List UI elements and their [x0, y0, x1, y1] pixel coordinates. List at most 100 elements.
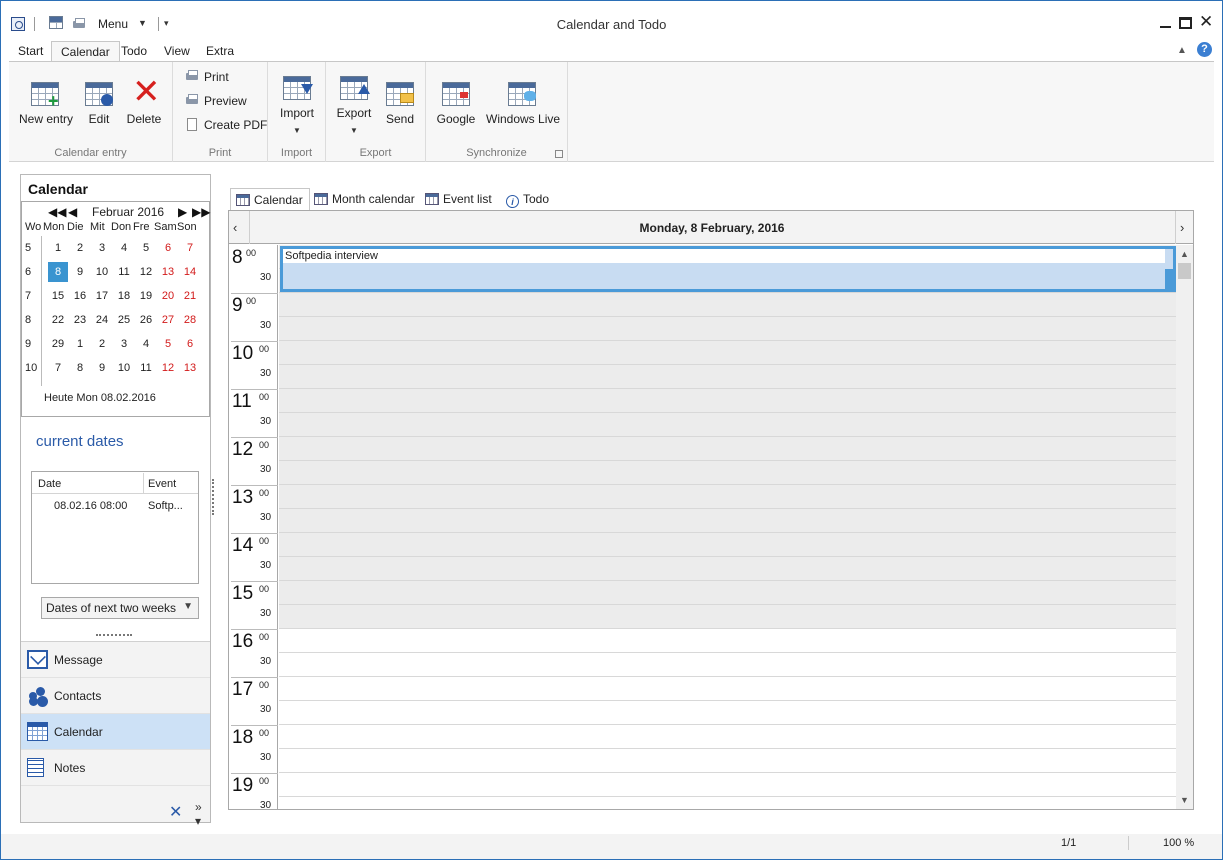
calendar-day[interactable]: 19 — [136, 290, 156, 302]
calendar-day[interactable]: 10 — [92, 266, 112, 278]
calendar-day[interactable]: 20 — [158, 290, 178, 302]
calendar-day[interactable]: 4 — [136, 338, 156, 350]
time-slots[interactable]: Softpedia interview — [279, 245, 1176, 809]
time-slot[interactable] — [279, 365, 1176, 389]
calendar-day[interactable]: 5 — [136, 242, 156, 254]
time-slot[interactable] — [279, 485, 1176, 509]
nav-item-notes[interactable]: Notes — [21, 750, 210, 786]
column-header-date[interactable]: Date — [38, 478, 61, 490]
print-button[interactable]: Print — [185, 70, 229, 88]
tab-extra[interactable]: Extra — [197, 41, 243, 61]
time-slot[interactable] — [279, 581, 1176, 605]
calendar-day[interactable]: 6 — [158, 242, 178, 254]
calendar-day[interactable]: 7 — [48, 362, 68, 374]
close-button[interactable]: ✕ — [1199, 13, 1213, 30]
import-button[interactable]: Import ▼ — [274, 72, 320, 135]
calendar-day[interactable]: 29 — [48, 338, 68, 350]
time-slot[interactable] — [279, 437, 1176, 461]
time-slot[interactable] — [279, 389, 1176, 413]
edit-button[interactable]: Edit — [81, 78, 117, 126]
calendar-day[interactable]: 8 — [48, 262, 68, 282]
calendar-day[interactable]: 9 — [92, 362, 112, 374]
collapse-ribbon-icon[interactable]: ▲ — [1177, 45, 1187, 56]
time-slot[interactable] — [279, 317, 1176, 341]
calendar-day[interactable]: 10 — [114, 362, 134, 374]
nav-item-message[interactable]: Message — [21, 642, 210, 678]
tab-calendar-view[interactable]: Calendar — [230, 188, 310, 210]
nav-item-contacts[interactable]: Contacts — [21, 678, 210, 714]
help-icon[interactable]: ? — [1197, 42, 1212, 57]
time-slot[interactable] — [279, 725, 1176, 749]
tab-calendar[interactable]: Calendar — [51, 41, 120, 62]
calendar-day[interactable]: 13 — [180, 362, 200, 374]
calendar-day[interactable]: 1 — [48, 242, 68, 254]
maximize-button[interactable] — [1179, 17, 1192, 29]
calendar-day[interactable]: 5 — [158, 338, 178, 350]
create-pdf-button[interactable]: Create PDF — [185, 118, 267, 136]
time-slot[interactable] — [279, 509, 1176, 533]
calendar-day[interactable]: 11 — [114, 266, 134, 278]
tools-icon[interactable]: ✕ — [169, 802, 182, 822]
tab-start[interactable]: Start — [9, 41, 52, 61]
calendar-day[interactable]: 4 — [114, 242, 134, 254]
calendar-day[interactable]: 3 — [92, 242, 112, 254]
calendar-day[interactable]: 14 — [180, 266, 200, 278]
calendar-event[interactable]: Softpedia interview — [280, 246, 1176, 292]
time-slot[interactable] — [279, 629, 1176, 653]
delete-button[interactable]: ✕ Delete — [125, 75, 163, 126]
time-slot[interactable] — [279, 773, 1176, 797]
tab-month-calendar[interactable]: Month calendar — [309, 188, 421, 210]
time-slot[interactable] — [279, 533, 1176, 557]
tab-view[interactable]: View — [155, 41, 199, 61]
calendar-day[interactable]: 2 — [70, 242, 90, 254]
calendar-day[interactable]: 17 — [92, 290, 112, 302]
dates-range-select[interactable]: Dates of next two weeks ▼ — [41, 597, 199, 619]
calendar-day[interactable]: 6 — [180, 338, 200, 350]
next-day-icon[interactable]: › — [1180, 220, 1184, 235]
table-row-date[interactable]: 08.02.16 08:00 — [54, 500, 127, 512]
time-slot[interactable] — [279, 557, 1176, 581]
calendar-day[interactable]: 9 — [70, 266, 90, 278]
minimize-button[interactable] — [1159, 15, 1173, 29]
windows-live-sync-button[interactable]: Windows Live — [486, 78, 560, 126]
calendar-day[interactable]: 18 — [114, 290, 134, 302]
google-sync-button[interactable]: Google — [434, 78, 478, 126]
time-slot[interactable] — [279, 341, 1176, 365]
calendar-day[interactable]: 12 — [158, 362, 178, 374]
previous-year-icon[interactable]: ◀◀ — [48, 205, 66, 219]
calendar-day[interactable]: 24 — [92, 314, 112, 326]
scroll-up-icon[interactable]: ▲ — [1180, 249, 1189, 259]
calendar-day[interactable]: 16 — [70, 290, 90, 302]
today-link[interactable]: Heute Mon 08.02.2016 — [44, 392, 156, 404]
vertical-scrollbar[interactable]: ▲ ▼ — [1176, 245, 1193, 809]
calendar-day[interactable]: 28 — [180, 314, 200, 326]
time-slot[interactable] — [279, 701, 1176, 725]
tab-todo-view[interactable]: i Todo — [501, 188, 555, 210]
calendar-day[interactable]: 8 — [70, 362, 90, 374]
time-slot[interactable] — [279, 413, 1176, 437]
tab-event-list[interactable]: Event list — [420, 188, 498, 210]
zoom-level[interactable]: 100 % — [1163, 837, 1194, 849]
time-slot[interactable] — [279, 653, 1176, 677]
send-button[interactable]: Send — [382, 78, 418, 126]
calendar-day[interactable]: 3 — [114, 338, 134, 350]
calendar-day[interactable]: 15 — [48, 290, 68, 302]
nav-item-calendar[interactable]: Calendar — [21, 714, 210, 750]
more-options-icon[interactable]: » ▾ — [195, 800, 202, 828]
calendar-day[interactable]: 13 — [158, 266, 178, 278]
column-header-event[interactable]: Event — [148, 478, 176, 490]
next-year-icon[interactable]: ▶▶ — [192, 205, 210, 219]
scroll-down-icon[interactable]: ▼ — [1180, 795, 1189, 805]
export-button[interactable]: Export ▼ — [332, 72, 376, 135]
calendar-day[interactable]: 7 — [180, 242, 200, 254]
calendar-day[interactable]: 21 — [180, 290, 200, 302]
scrollbar-thumb[interactable] — [1178, 263, 1191, 279]
calendar-day[interactable]: 26 — [136, 314, 156, 326]
time-slot[interactable] — [279, 677, 1176, 701]
calendar-day[interactable]: 25 — [114, 314, 134, 326]
tab-todo[interactable]: Todo — [112, 41, 156, 61]
previous-day-icon[interactable]: ‹ — [233, 220, 237, 235]
pane-splitter-handle[interactable] — [212, 479, 215, 515]
time-slot[interactable] — [279, 749, 1176, 773]
preview-button[interactable]: Preview — [185, 94, 247, 112]
